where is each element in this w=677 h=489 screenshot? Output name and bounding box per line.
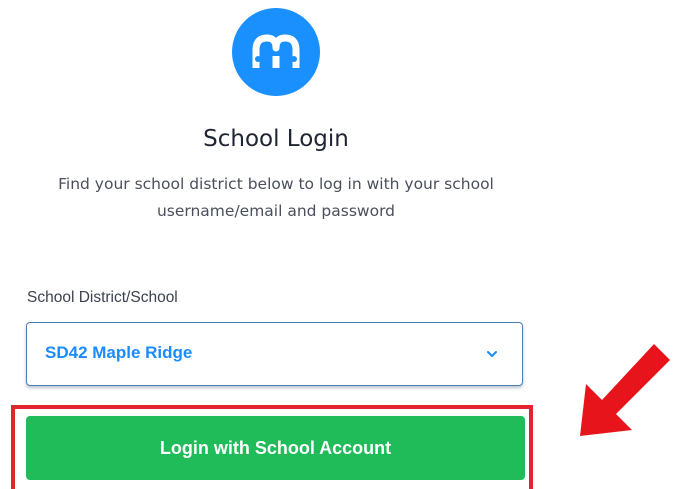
chevron-down-icon <box>487 351 497 357</box>
login-with-school-account-button[interactable]: Login with School Account <box>26 416 525 480</box>
brand-logo-icon <box>232 8 320 96</box>
red-arrow-icon <box>580 344 670 436</box>
subtitle-line: Find your school district below to log i… <box>58 175 494 193</box>
subtitle-line: username/email and password <box>156 202 396 220</box>
school-login-page: School Login Find your school district b… <box>0 0 677 489</box>
page-subtitle: Find your school district below to log i… <box>0 171 552 225</box>
district-select[interactable]: SD42 Maple Ridge <box>26 322 523 386</box>
district-field-label: School District/School <box>27 289 178 306</box>
district-select-value: SD42 Maple Ridge <box>45 343 193 362</box>
page-title: School Login <box>203 126 349 152</box>
